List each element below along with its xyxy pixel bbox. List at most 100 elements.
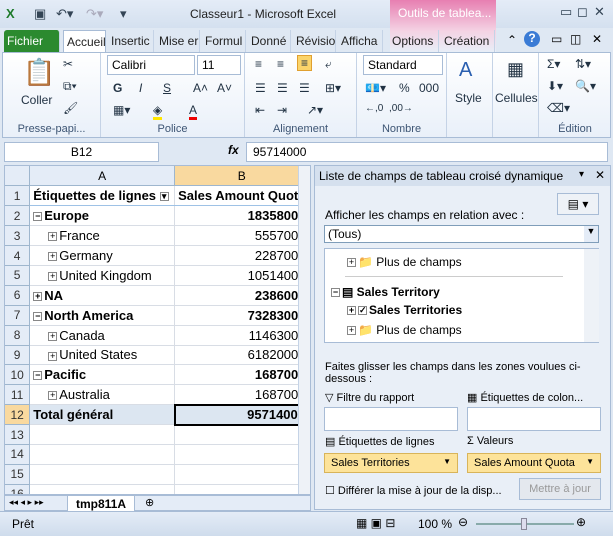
italic-button[interactable]: I (139, 81, 142, 95)
doc-minimize-icon[interactable]: ▭ (551, 32, 562, 46)
close-icon[interactable]: ✕ (594, 4, 605, 20)
fill-color-icon[interactable]: ◈ (153, 103, 163, 120)
wrap-text-icon[interactable]: ⤶ (325, 57, 332, 72)
font-size-select[interactable]: 11 (197, 55, 241, 75)
formula-input[interactable]: 95714000 (246, 142, 608, 162)
row-field-chip[interactable]: Sales Territories ▼ (324, 453, 458, 473)
row-header[interactable]: 13 (5, 424, 31, 445)
cell-a[interactable] (29, 484, 176, 494)
row-header[interactable]: 2 (5, 205, 31, 227)
row-header[interactable]: 7 (5, 305, 31, 326)
dropdown-arrow-icon[interactable]: ▼ (584, 226, 598, 242)
help-icon[interactable]: ? (524, 31, 540, 47)
expand-collapse-icon[interactable]: − (33, 311, 43, 321)
cell-b[interactable] (174, 484, 310, 494)
expand-collapse-icon[interactable]: + (48, 232, 58, 242)
paste-icon[interactable]: 📋 (23, 57, 55, 88)
row-header[interactable]: 12 (5, 404, 31, 426)
column-header[interactable]: B (174, 166, 310, 187)
expand-collapse-icon[interactable]: + (48, 331, 58, 341)
increase-decimal-icon[interactable]: ←,0 (365, 103, 383, 114)
cell-a[interactable]: + United States (29, 345, 176, 366)
cell-a[interactable]: + Canada (29, 325, 176, 346)
column-labels-zone[interactable] (467, 407, 601, 431)
find-icon[interactable]: 🔍▾ (575, 79, 596, 93)
sort-filter-icon[interactable]: ⇅▾ (575, 57, 591, 71)
align-top-icon[interactable]: ≡ (255, 57, 262, 71)
tab-mise-en-page[interactable]: Mise er (156, 30, 200, 52)
checkbox-checked[interactable]: ✓ (358, 306, 367, 316)
row-header[interactable]: 5 (5, 265, 31, 286)
cells-button[interactable]: Cellules (495, 91, 538, 105)
cell-a[interactable]: Total général (29, 404, 176, 426)
cell-b[interactable]: 10514000 (174, 265, 310, 286)
font-color-icon[interactable]: A (189, 103, 198, 120)
cell-a[interactable]: + United Kingdom (29, 265, 176, 286)
zoom-slider[interactable] (476, 518, 574, 530)
cell-a[interactable]: + Germany (29, 245, 176, 266)
row-header[interactable]: 4 (5, 245, 31, 266)
cell-a[interactable] (29, 464, 176, 485)
zoom-out-icon[interactable]: ⊖ (458, 515, 468, 529)
redo-icon[interactable]: ↷▾ (86, 6, 103, 22)
cell-b[interactable]: 73283000 (174, 305, 310, 326)
currency-icon[interactable]: 💶▾ (365, 81, 386, 95)
fill-icon[interactable]: ⬇▾ (547, 79, 563, 93)
tab-revision[interactable]: Révisio (293, 30, 336, 52)
value-field-chip[interactable]: Sales Amount Quota ▼ (467, 453, 601, 473)
defer-update-checkbox[interactable]: ☐ Différer la mise à jour de la disp... (325, 484, 502, 497)
expand-collapse-icon[interactable]: − (33, 371, 43, 381)
cell-b[interactable]: 2386000 (174, 285, 310, 306)
format-painter-icon[interactable]: 🖌 (63, 101, 78, 115)
cell-b[interactable]: 61820000 (174, 345, 310, 366)
cell-a[interactable]: − Pacific (29, 364, 176, 386)
layout-button[interactable]: ▤ ▾ (557, 193, 599, 215)
row-header[interactable]: 3 (5, 225, 31, 247)
expand-collapse-icon[interactable]: + (48, 271, 58, 281)
autosum-icon[interactable]: Σ▾ (547, 57, 560, 71)
style-icon[interactable]: A (459, 59, 472, 82)
cut-icon[interactable]: ✂ (63, 57, 73, 71)
font-name-select[interactable]: Calibri (107, 55, 195, 75)
borders-icon[interactable]: ▦▾ (113, 103, 130, 117)
cell-b[interactable]: 2287000 (174, 245, 310, 266)
zoom-level[interactable]: 100 % (418, 517, 452, 531)
row-header[interactable]: 1 (5, 185, 31, 207)
expand-collapse-icon[interactable]: − (33, 212, 43, 222)
filter-dropdown-icon[interactable]: ▾ (159, 192, 169, 202)
view-buttons[interactable]: ▦ ▣ ⊟ (356, 516, 395, 530)
tab-affichage[interactable]: Afficha (338, 30, 383, 52)
row-header[interactable]: 14 (5, 444, 31, 465)
cell-a[interactable]: + France (29, 225, 176, 247)
style-button[interactable]: Style (455, 91, 482, 105)
minimize-icon[interactable]: ▭ (560, 4, 572, 20)
more-fields-item[interactable]: + 📁 Plus de champs (347, 323, 462, 337)
tab-formules[interactable]: Formul (202, 30, 246, 52)
cell-b[interactable] (174, 464, 310, 485)
cell-b[interactable]: 5557000 (174, 225, 310, 247)
pane-menu-icon[interactable]: ▾ (579, 169, 584, 180)
row-header[interactable]: 9 (5, 345, 31, 366)
row-header[interactable]: 16 (5, 484, 31, 494)
save-icon[interactable]: ▣ (34, 6, 46, 22)
align-bottom-icon[interactable]: ≡ (297, 55, 313, 71)
cell-b[interactable]: 95714000 (173, 403, 310, 426)
select-all[interactable] (5, 166, 31, 187)
increase-indent-icon[interactable]: ⇥ (277, 103, 287, 117)
tab-creation[interactable]: Création (441, 30, 495, 52)
tab-accueil[interactable]: Accueil (63, 30, 106, 52)
zoom-in-icon[interactable]: ⊕ (576, 515, 586, 529)
number-format-select[interactable]: Standard (363, 55, 443, 75)
zoom-thumb[interactable] (521, 518, 527, 530)
tab-fichier[interactable]: Fichier (4, 30, 60, 52)
cell-a[interactable]: + Australia (29, 384, 176, 406)
doc-close-icon[interactable]: ✕ (592, 32, 602, 46)
shrink-font-icon[interactable]: A˅ (217, 81, 232, 95)
cell-a[interactable]: Étiquettes de lignes ▾ (29, 185, 176, 207)
maximize-icon[interactable]: ◻ (577, 4, 588, 20)
field-item[interactable]: + ✓ Sales Territories (347, 303, 462, 317)
name-box[interactable]: B12 (4, 142, 159, 162)
cell-b[interactable]: 11463000 (174, 325, 310, 346)
row-header[interactable]: 10 (5, 364, 31, 386)
grow-font-icon[interactable]: A˄ (193, 81, 208, 95)
